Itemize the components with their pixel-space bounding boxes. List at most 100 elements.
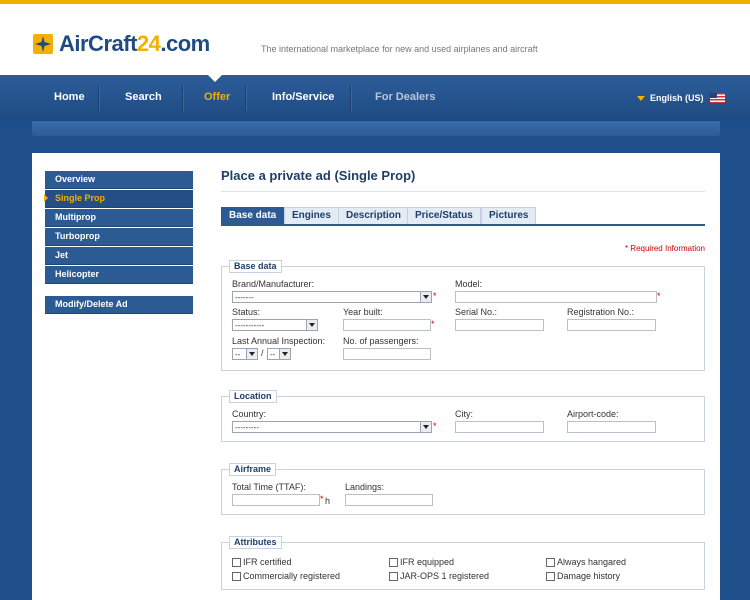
tab-price-status[interactable]: Price/Status [407, 207, 481, 224]
date-separator: / [261, 348, 264, 358]
base-data-section: Base data Brand/Manufacturer: ------- * … [221, 260, 705, 371]
sidebar-item-multiprop[interactable]: Multiprop [45, 209, 193, 227]
tab-pictures[interactable]: Pictures [481, 207, 537, 224]
ifr-certified-checkbox[interactable] [232, 558, 241, 567]
nav-info-service[interactable]: Info/Service [272, 91, 334, 103]
base-data-legend: Base data [229, 260, 282, 273]
airframe-section: Airframe Total Time (TTAF): * h Landings… [221, 463, 705, 515]
damage-history-checkbox[interactable] [546, 572, 555, 581]
inspection-month-select[interactable]: -- [232, 348, 258, 360]
required-marker: * [657, 291, 661, 301]
sidebar-item-modify-delete[interactable]: Modify/Delete Ad [45, 296, 193, 314]
ifr-certified-label: IFR certified [243, 557, 292, 567]
country-select[interactable]: --------- [232, 421, 432, 433]
nav-divider [182, 85, 184, 111]
form-tabs: Base data Engines Description Price/Stat… [221, 207, 705, 226]
passengers-input[interactable] [343, 348, 431, 360]
nav-offer[interactable]: Offer [204, 91, 230, 103]
logo[interactable]: AirCraft24.com [33, 31, 210, 57]
city-label: City: [455, 409, 473, 419]
nav-divider [98, 85, 100, 111]
nav-divider [245, 85, 247, 111]
always-hangared-label: Always hangared [557, 557, 627, 567]
registration-no-label: Registration No.: [567, 307, 635, 317]
airport-code-label: Airport-code: [567, 409, 619, 419]
language-selector[interactable]: English (US) [637, 93, 725, 103]
country-value: --------- [235, 423, 259, 432]
always-hangared-checkbox[interactable] [546, 558, 555, 567]
us-flag-icon [709, 93, 725, 103]
chevron-down-icon [420, 292, 431, 302]
sidebar-item-single-prop[interactable]: Single Prop [44, 190, 193, 208]
required-marker: * [431, 319, 435, 329]
chevron-down-icon [420, 422, 431, 432]
language-label: English (US) [650, 93, 704, 103]
inspection-year-value: -- [270, 350, 276, 359]
country-label: Country: [232, 409, 267, 419]
damage-history-label: Damage history [557, 571, 621, 581]
logo-suffix: .com [160, 31, 210, 56]
logo-number: 24 [136, 31, 161, 56]
nav-search[interactable]: Search [125, 91, 162, 103]
logo-text: AirCraft24.com [59, 31, 210, 57]
jar-ops-registered-checkbox[interactable] [389, 572, 398, 581]
active-nav-indicator [208, 75, 222, 82]
tab-engines[interactable]: Engines [284, 207, 339, 224]
sidebar-item-jet[interactable]: Jet [45, 247, 193, 265]
main-area: Place a private ad (Single Prop) Base da… [221, 168, 705, 590]
status-label: Status: [232, 307, 261, 317]
year-built-input[interactable] [343, 319, 431, 331]
sidebar-item-helicopter[interactable]: Helicopter [45, 266, 193, 284]
passengers-label: No. of passengers: [343, 336, 419, 346]
city-input[interactable] [455, 421, 544, 433]
status-value: ----------- [235, 321, 265, 330]
inspection-month-value: -- [235, 350, 241, 359]
brand-select[interactable]: ------- [232, 291, 432, 303]
landings-input[interactable] [345, 494, 433, 506]
ifr-equipped-checkbox[interactable] [389, 558, 398, 567]
status-select[interactable]: ----------- [232, 319, 318, 331]
brand-value: ------- [235, 293, 254, 302]
airport-code-input[interactable] [567, 421, 656, 433]
page-title: Place a private ad (Single Prop) [221, 168, 705, 192]
required-information-note: * Required Information [624, 244, 705, 253]
chevron-down-icon [279, 349, 290, 359]
model-label: Model: [455, 279, 483, 289]
commercially-registered-checkbox[interactable] [232, 572, 241, 581]
chevron-down-icon [246, 349, 257, 359]
attributes-legend: Attributes [229, 536, 282, 549]
brand-label: Brand/Manufacturer: [232, 279, 315, 289]
airframe-legend: Airframe [229, 463, 277, 476]
ttaf-input[interactable] [232, 494, 320, 506]
landings-label: Landings: [345, 482, 385, 492]
sidebar: Overview Single Prop Multiprop Turboprop… [44, 171, 193, 315]
serial-no-input[interactable] [455, 319, 544, 331]
inspection-year-select[interactable]: -- [267, 348, 291, 360]
sidebar-item-overview[interactable]: Overview [45, 171, 193, 189]
tab-description[interactable]: Description [338, 207, 410, 224]
tab-base-data[interactable]: Base data [221, 207, 285, 224]
content-panel: Overview Single Prop Multiprop Turboprop… [32, 153, 720, 600]
sub-navigation-bar [32, 121, 720, 136]
site-header: AirCraft24.com The international marketp… [0, 4, 750, 75]
ttaf-unit: h [325, 496, 331, 506]
tagline: The international marketplace for new an… [261, 44, 538, 54]
registration-no-input[interactable] [567, 319, 656, 331]
nav-home[interactable]: Home [54, 91, 85, 103]
commercially-registered-label: Commercially registered [243, 571, 341, 581]
model-input[interactable] [455, 291, 657, 303]
location-section: Location Country: --------- * City: Airp… [221, 390, 705, 442]
attributes-section: Attributes IFR certified IFR equipped Al… [221, 536, 705, 590]
logo-name: AirCraft [59, 31, 137, 56]
ttaf-label: Total Time (TTAF): [232, 482, 306, 492]
sidebar-item-turboprop[interactable]: Turboprop [45, 228, 193, 246]
ifr-equipped-label: IFR equipped [400, 557, 455, 567]
nav-for-dealers[interactable]: For Dealers [375, 91, 436, 103]
jar-ops-registered-label: JAR-OPS 1 registered [400, 571, 490, 581]
required-marker: * [320, 494, 324, 504]
required-marker: * [433, 421, 437, 431]
dropdown-arrow-icon [637, 95, 645, 101]
location-legend: Location [229, 390, 277, 403]
last-inspection-label: Last Annual Inspection: [232, 336, 326, 346]
nav-divider [350, 85, 352, 111]
